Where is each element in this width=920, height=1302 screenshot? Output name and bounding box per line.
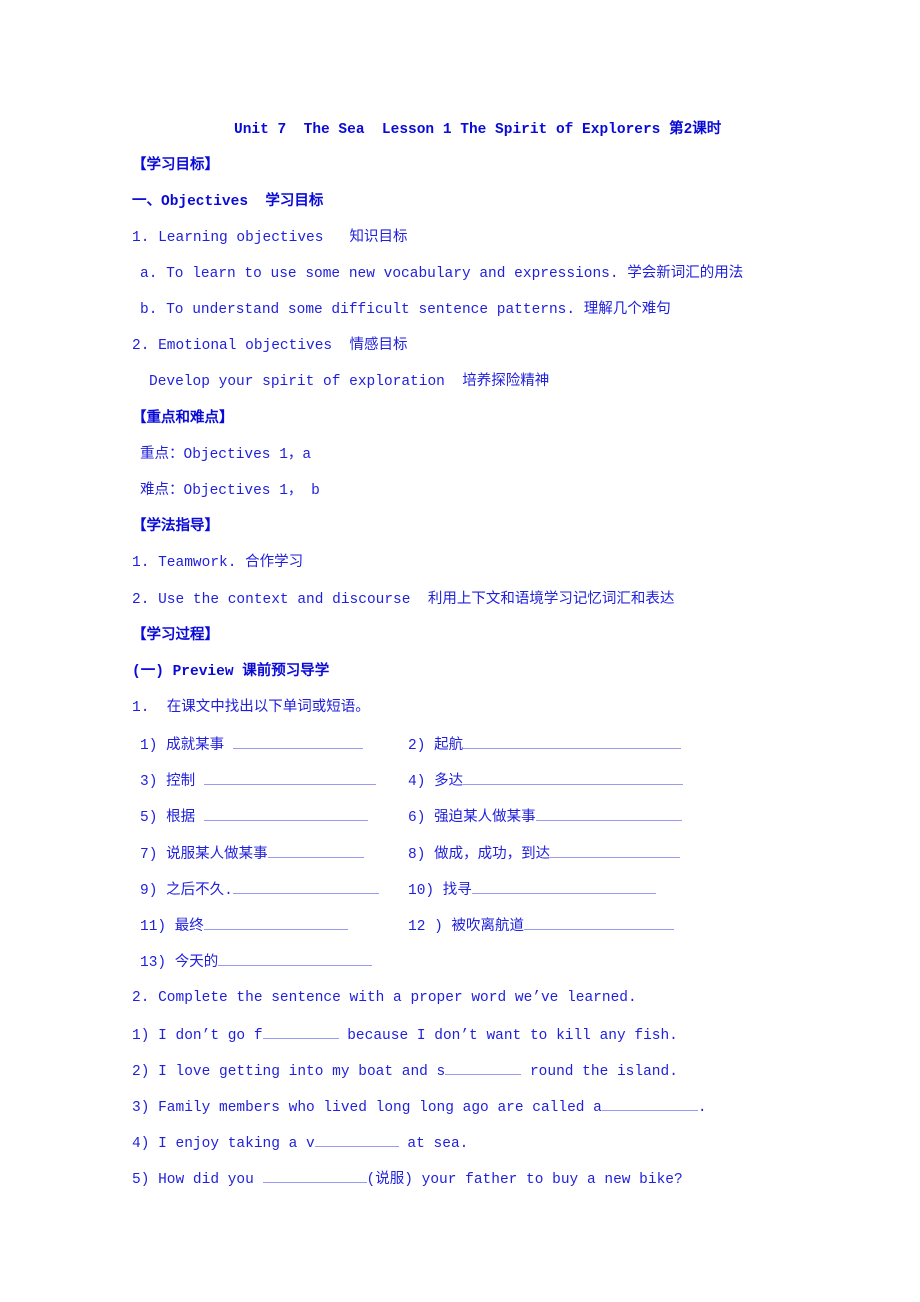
vocab-label: 13) 今天的 <box>140 955 219 971</box>
vocab-item: 3) 控制 <box>140 770 376 792</box>
sentence-text: because I don’t want to kill any fish. <box>338 1028 678 1044</box>
document-page: Unit 7 The Sea Lesson 1 The Spirit of Ex… <box>0 0 920 1302</box>
difficult-point: 难点：Objectives 1， b <box>140 483 320 499</box>
emotional-objectives: 2. Emotional objectives 情感目标 <box>132 338 408 354</box>
vocab-label: 8) 做成，成功，到达 <box>408 847 551 863</box>
sentence-item: 3) Family members who lived long long ag… <box>132 1096 707 1118</box>
sentence-text: 5) How did you <box>132 1172 263 1188</box>
answer-blank[interactable] <box>232 734 363 749</box>
objective-a: a. To learn to use some new vocabulary a… <box>140 266 744 282</box>
sentence-text: (说服) your father to buy a new bike? <box>366 1172 683 1188</box>
vocab-item: 9) 之后不久. <box>140 879 379 901</box>
answer-blank[interactable] <box>314 1132 399 1147</box>
answer-blank[interactable] <box>267 843 364 858</box>
vocab-label: 2) 起航 <box>408 738 464 754</box>
sentence-text: at sea. <box>398 1136 469 1152</box>
vocab-label: 3) 控制 <box>140 774 204 790</box>
vocab-item: 1) 成就某事 <box>140 734 363 756</box>
sentence-item: 2) I love getting into my boat and s rou… <box>132 1060 678 1082</box>
vocab-item: 8) 做成，成功，到达 <box>408 843 681 865</box>
vocab-item: 4) 多达 <box>408 770 684 792</box>
vocab-label: 12 ) 被吹离航道 <box>408 919 525 935</box>
answer-blank[interactable] <box>203 915 348 930</box>
sentence-text: round the island. <box>521 1064 678 1080</box>
answer-blank[interactable] <box>535 806 682 821</box>
answer-blank[interactable] <box>232 879 379 894</box>
document-title: Unit 7 The Sea Lesson 1 The Spirit of Ex… <box>234 122 722 138</box>
answer-blank[interactable] <box>601 1096 698 1111</box>
vocab-item: 6) 强迫某人做某事 <box>408 806 682 828</box>
vocab-item: 2) 起航 <box>408 734 682 756</box>
sentence-item: 4) I enjoy taking a v at sea. <box>132 1132 468 1154</box>
section-heading-method: 【学法指导】 <box>132 519 219 535</box>
vocab-label: 7) 说服某人做某事 <box>140 847 268 863</box>
section-heading-process: 【学习过程】 <box>132 628 219 644</box>
answer-blank[interactable] <box>218 951 373 966</box>
answer-blank[interactable] <box>203 770 376 785</box>
sentence-text: 1) I don’t go f <box>132 1028 263 1044</box>
vocab-item: 10) 找寻 <box>408 879 656 901</box>
answer-blank[interactable] <box>463 770 684 785</box>
vocab-label: 1) 成就某事 <box>140 738 233 754</box>
sentence-text: 2) I love getting into my boat and s <box>132 1064 446 1080</box>
method-2: 2. Use the context and discourse 利用上下文和语… <box>132 592 675 608</box>
vocab-label: 11) 最终 <box>140 919 204 935</box>
sentence-item: 5) How did you (说服) your father to buy a… <box>132 1168 683 1190</box>
preview-heading: (一) Preview 课前预习导学 <box>132 664 330 680</box>
vocab-item: 13) 今天的 <box>140 951 373 973</box>
objectives-heading: 一、Objectives 学习目标 <box>132 194 324 210</box>
vocab-item: 12 ) 被吹离航道 <box>408 915 675 937</box>
vocab-item: 7) 说服某人做某事 <box>140 843 364 865</box>
answer-blank[interactable] <box>524 915 675 930</box>
answer-blank[interactable] <box>463 734 682 749</box>
sentence-text: 3) Family members who lived long long ag… <box>132 1100 602 1116</box>
vocab-label: 6) 强迫某人做某事 <box>408 810 536 826</box>
objective-b: b. To understand some difficult sentence… <box>140 302 671 318</box>
answer-blank[interactable] <box>262 1168 367 1183</box>
section-heading-goals: 【学习目标】 <box>132 158 219 174</box>
sentence-item: 1) I don’t go f because I don’t want to … <box>132 1024 678 1046</box>
method-1: 1. Teamwork. 合作学习 <box>132 555 304 571</box>
vocab-label: 4) 多达 <box>408 774 464 790</box>
key-point: 重点：Objectives 1，a <box>140 447 312 463</box>
answer-blank[interactable] <box>445 1060 522 1075</box>
vocab-item: 11) 最终 <box>140 915 348 937</box>
answer-blank[interactable] <box>550 843 681 858</box>
vocab-label: 10) 找寻 <box>408 883 472 899</box>
vocab-item: 5) 根据 <box>140 806 368 828</box>
task-1-instruction: 1. 在课文中找出以下单词或短语。 <box>132 700 370 716</box>
answer-blank[interactable] <box>203 806 368 821</box>
emotional-objective-text: Develop your spirit of exploration 培养探险精… <box>149 374 550 390</box>
sentence-text: . <box>697 1100 707 1116</box>
vocab-label: 9) 之后不久. <box>140 883 233 899</box>
answer-blank[interactable] <box>262 1024 339 1039</box>
task-2-instruction: 2. Complete the sentence with a proper w… <box>132 990 637 1006</box>
answer-blank[interactable] <box>471 879 656 894</box>
sentence-text: 4) I enjoy taking a v <box>132 1136 315 1152</box>
vocab-label: 5) 根据 <box>140 810 204 826</box>
learning-objectives: 1. Learning objectives 知识目标 <box>132 230 408 246</box>
section-heading-key-points: 【重点和难点】 <box>132 411 234 427</box>
